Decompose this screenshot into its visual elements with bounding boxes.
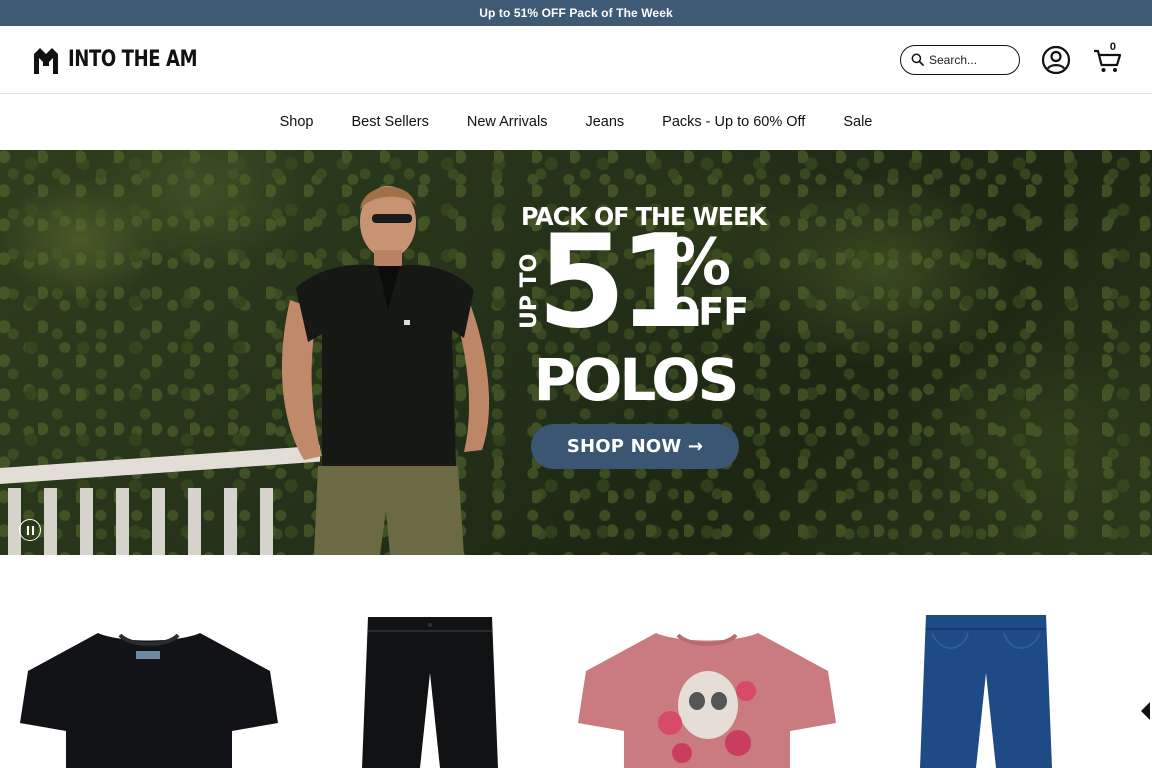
promo-off: OFF [667,290,749,334]
product-card-black-shorts[interactable] [360,613,500,768]
header-actions: 0 [900,40,1124,76]
search-input[interactable] [929,52,1011,67]
pause-slideshow-button[interactable] [19,519,41,541]
product-card-pink-tshirt[interactable] [578,613,836,768]
hero-banner[interactable]: PACK OF THE WEEK UP TO 51 % OFF POLOS SH… [0,150,1152,555]
nav-item-sale[interactable]: Sale [824,114,891,130]
black-shorts-image [362,617,498,768]
main-nav: Shop Best Sellers New Arrivals Jeans Pac… [0,94,1152,150]
product-card-black-tshirt[interactable] [20,613,278,768]
promo-product: POLOS [533,346,740,414]
carousel-next-icon[interactable] [1138,700,1152,722]
shop-now-button[interactable]: SHOP NOW → [531,424,739,469]
nav-item-jeans[interactable]: Jeans [566,114,643,130]
nav-item-best-sellers[interactable]: Best Sellers [333,114,448,130]
black-tshirt-image [20,633,278,768]
model-image [281,186,490,555]
nav-item-packs[interactable]: Packs - Up to 60% Off [643,114,824,130]
announcement-bar[interactable]: Up to 51% OFF Pack of The Week [0,0,1152,26]
promo-text: PACK OF THE WEEK UP TO 51 % OFF POLOS [515,202,767,414]
brand-logo[interactable]: INTO THE AM [30,44,226,76]
site-header: INTO THE AM 0 [0,26,1152,94]
cart-button[interactable]: 0 [1092,40,1124,76]
search-box[interactable] [900,44,1020,75]
product-carousel [0,555,1152,768]
account-button[interactable] [1040,44,1072,76]
nav-item-new-arrivals[interactable]: New Arrivals [448,114,567,130]
pause-icon [26,525,29,535]
logo-icon [34,47,58,74]
blue-jeans-image [920,615,1052,768]
promo-percent: % [667,226,732,300]
user-icon [1041,45,1071,74]
announcement-text[interactable]: Up to 51% OFF Pack of The Week [479,6,673,20]
cart-count: 0 [1109,40,1116,53]
cart-icon [1094,49,1122,72]
pink-tshirt-image [578,633,836,768]
search-icon [911,53,924,66]
product-card-blue-jeans[interactable] [918,613,1054,768]
nav-item-shop[interactable]: Shop [261,114,333,130]
brand-name: INTO THE AM [68,47,198,72]
